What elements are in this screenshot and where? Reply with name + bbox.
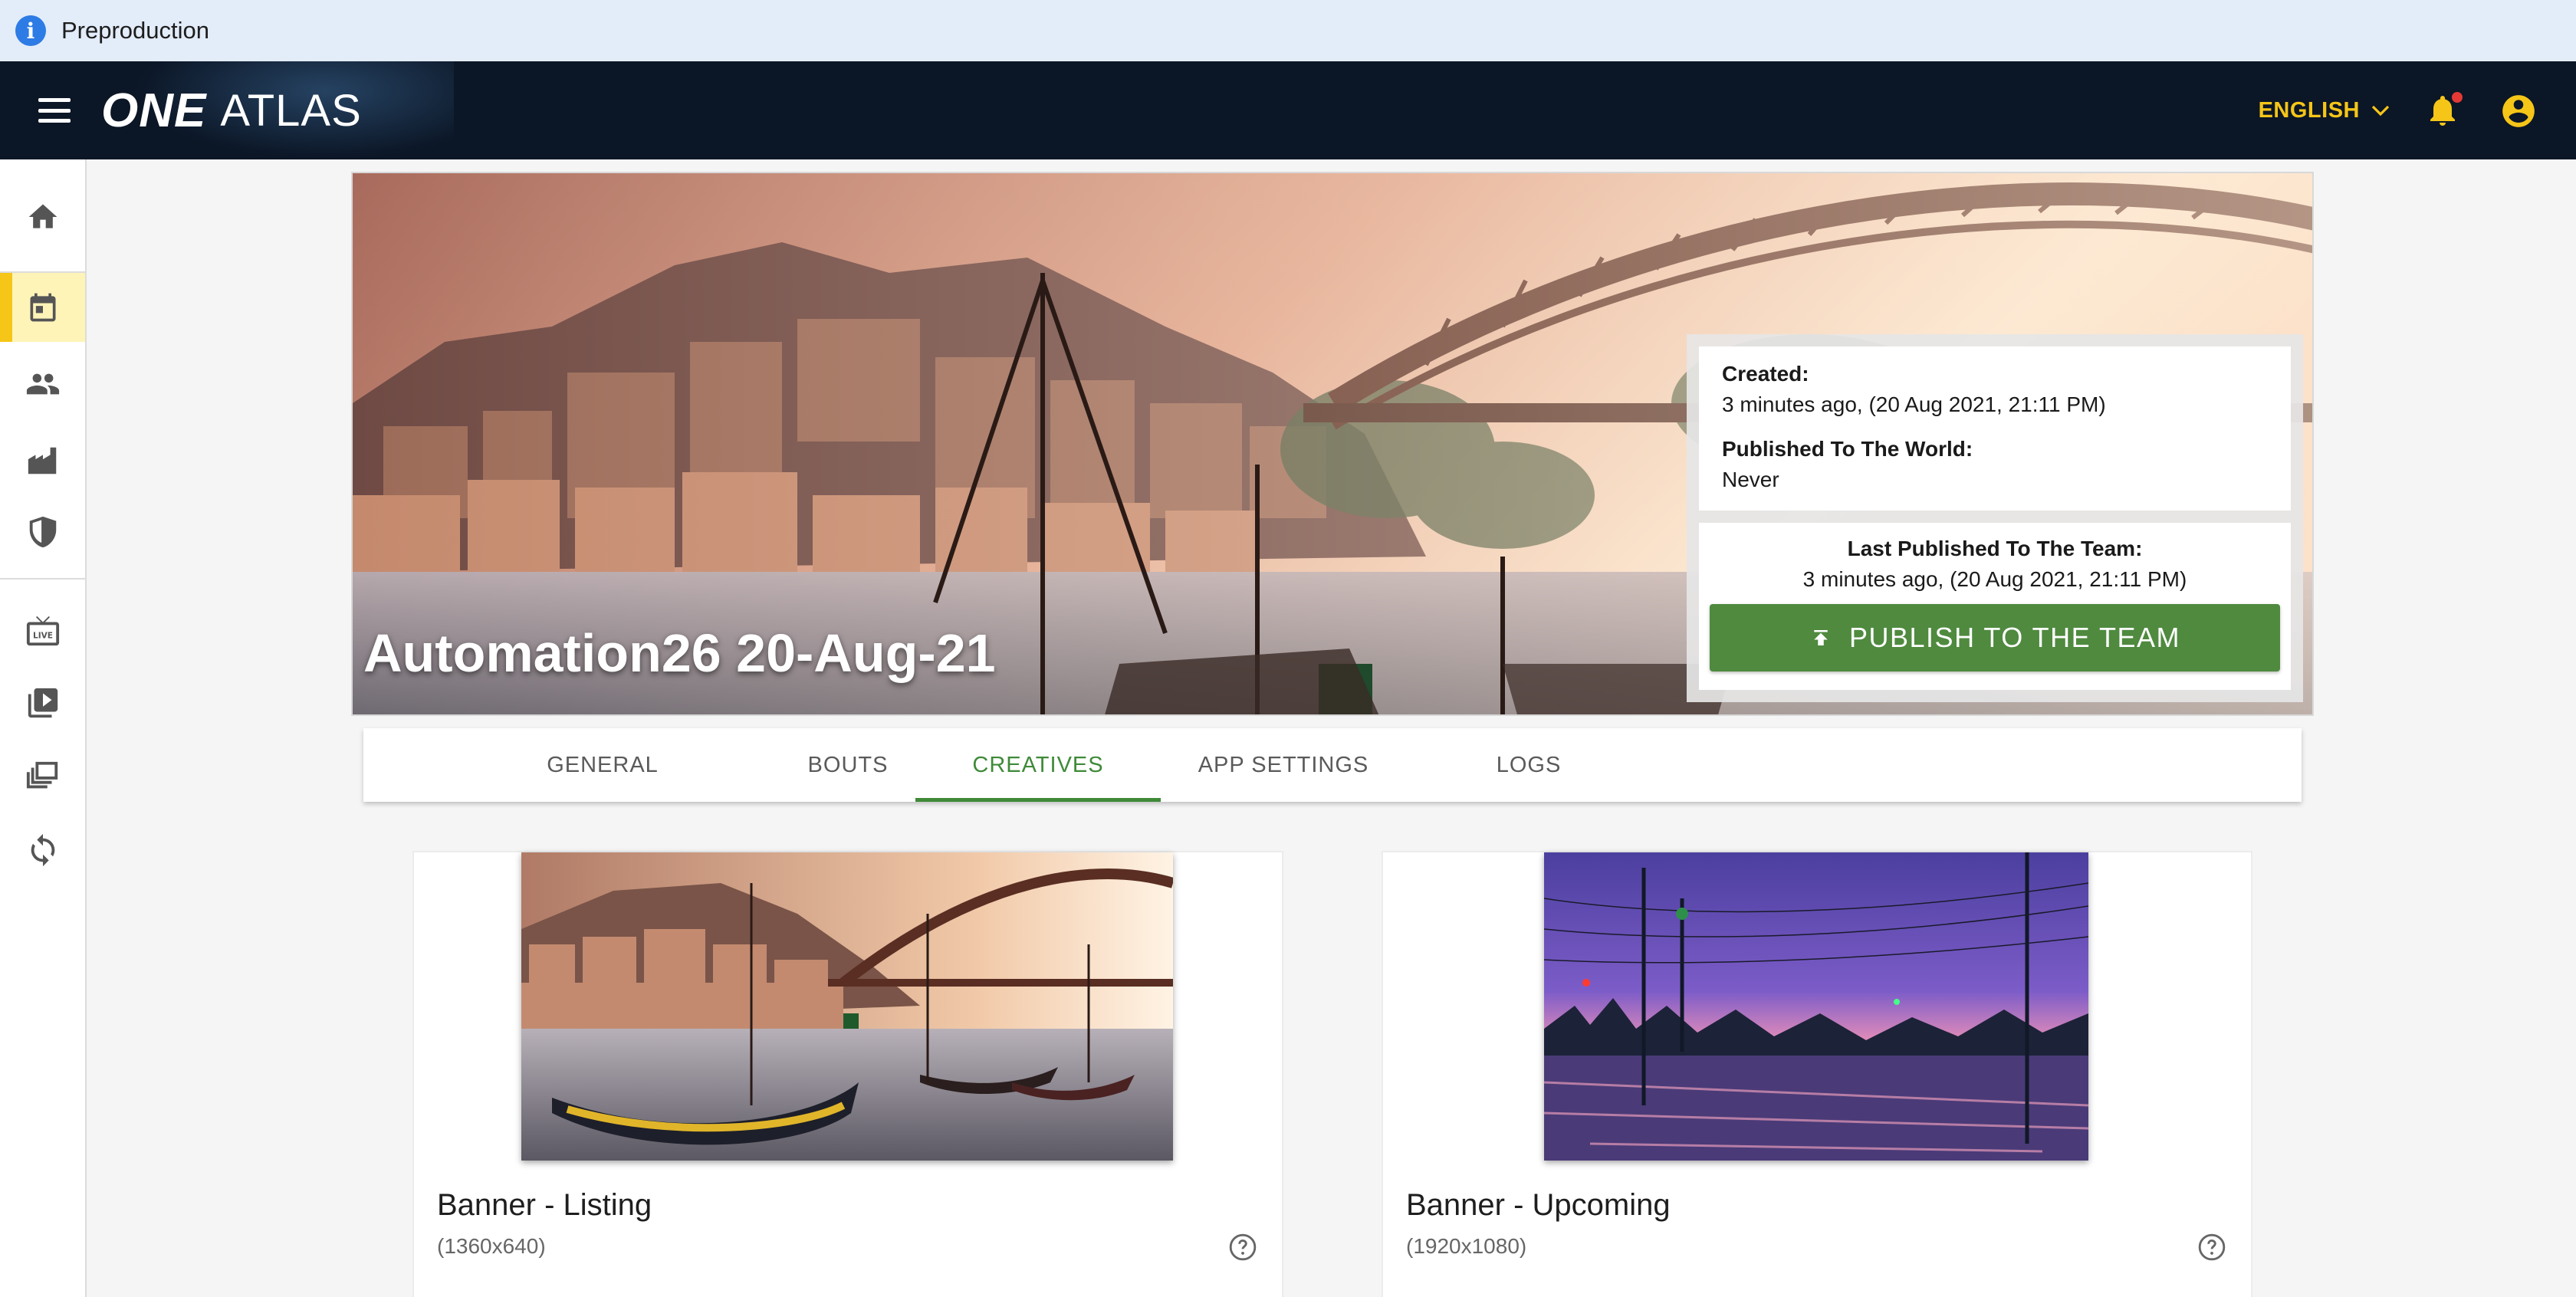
created-label: Created:: [1722, 362, 1809, 386]
status-card: Created: 3 minutes ago, (20 Aug 2021, 21…: [1699, 346, 2291, 511]
purple-dusk-street-image: [1544, 852, 2088, 1161]
logo-one-text: ONE: [101, 84, 207, 137]
last-published-team-label: Last Published To The Team:: [1847, 537, 2143, 560]
environment-banner: i Preproduction: [0, 0, 2576, 61]
help-button[interactable]: [1228, 1233, 1257, 1262]
live-tv-icon: LIVE: [26, 616, 59, 646]
notifications-button[interactable]: [2424, 92, 2463, 129]
nav-home[interactable]: [0, 182, 85, 251]
tab-creatives[interactable]: CREATIVES: [915, 728, 1161, 802]
creative-dimensions: (1920x1080): [1406, 1234, 1527, 1258]
nav-divider: [0, 578, 85, 580]
creative-dimensions: (1360x640): [437, 1234, 546, 1258]
creative-card: Banner - Listing (1360x640): [412, 851, 1283, 1297]
creative-title: Banner - Listing: [437, 1188, 652, 1222]
calendar-icon: [30, 293, 55, 322]
publish-button-label: PUBLISH TO THE TEAM: [1849, 622, 2180, 653]
collections-icon: [26, 761, 58, 789]
building-icon: [28, 447, 56, 474]
people-icon: [26, 373, 59, 395]
help-button[interactable]: [2197, 1233, 2226, 1262]
event-hero-banner: Automation26 20-Aug-21 Created: 3 minute…: [351, 172, 2314, 716]
event-title: Automation26 20-Aug-21: [363, 623, 996, 683]
account-circle-icon: [2502, 95, 2535, 127]
creative-image[interactable]: [1544, 852, 2088, 1161]
environment-label: Preproduction: [61, 17, 210, 44]
one-atlas-logo[interactable]: ONE ATLAS: [101, 61, 454, 159]
chevron-down-icon: [2371, 105, 2390, 117]
logo-atlas-text: ATLAS: [220, 85, 362, 136]
porto-riverside-image: [521, 852, 1173, 1161]
nav-venues[interactable]: [0, 426, 85, 495]
nav-live[interactable]: LIVE: [0, 596, 85, 665]
publish-info-panel: Created: 3 minutes ago, (20 Aug 2021, 21…: [1687, 334, 2303, 702]
nav-collections[interactable]: [0, 742, 85, 811]
svg-text:LIVE: LIVE: [33, 632, 53, 641]
event-tabs: GENERAL BOUTS CREATIVES APP SETTINGS LOG…: [363, 728, 2302, 802]
nav-sync[interactable]: [0, 816, 85, 885]
publish-to-team-button[interactable]: PUBLISH TO THE TEAM: [1710, 604, 2280, 671]
published-world-label: Published To The World:: [1722, 437, 1973, 461]
sync-icon: [31, 833, 54, 867]
side-nav: LIVE: [0, 159, 87, 1297]
menu-icon[interactable]: [38, 98, 71, 123]
notification-dot: [2452, 92, 2463, 103]
nav-events[interactable]: [0, 273, 85, 342]
tab-logs[interactable]: LOGS: [1406, 728, 1651, 802]
language-selector[interactable]: ENGLISH: [2259, 92, 2392, 129]
shield-icon: [29, 516, 56, 548]
top-app-bar: ONE ATLAS ENGLISH: [0, 61, 2576, 159]
tab-app-settings[interactable]: APP SETTINGS: [1161, 728, 1406, 802]
help-circle-icon: [1229, 1233, 1257, 1261]
team-publish-card: Last Published To The Team: 3 minutes ag…: [1699, 523, 2291, 690]
nav-videos[interactable]: [0, 668, 85, 737]
publish-icon: [1814, 630, 1828, 645]
creative-card: Banner - Upcoming (1920x1080): [1382, 851, 2252, 1297]
video-library-icon: [28, 688, 58, 718]
help-circle-icon: [2198, 1233, 2226, 1261]
nav-people[interactable]: [0, 350, 85, 419]
account-button[interactable]: [2499, 92, 2538, 130]
info-icon: i: [15, 15, 46, 46]
last-published-team-value: 3 minutes ago, (20 Aug 2021, 21:11 PM): [1802, 567, 2187, 591]
published-world-value: Never: [1722, 468, 1779, 491]
creative-image[interactable]: [521, 852, 1173, 1161]
language-label: ENGLISH: [2258, 97, 2360, 123]
nav-leagues[interactable]: [0, 497, 85, 566]
created-value: 3 minutes ago, (20 Aug 2021, 21:11 PM): [1722, 392, 2106, 416]
home-icon: [28, 204, 57, 228]
creative-title: Banner - Upcoming: [1406, 1188, 1671, 1222]
tab-general[interactable]: GENERAL: [480, 728, 725, 802]
